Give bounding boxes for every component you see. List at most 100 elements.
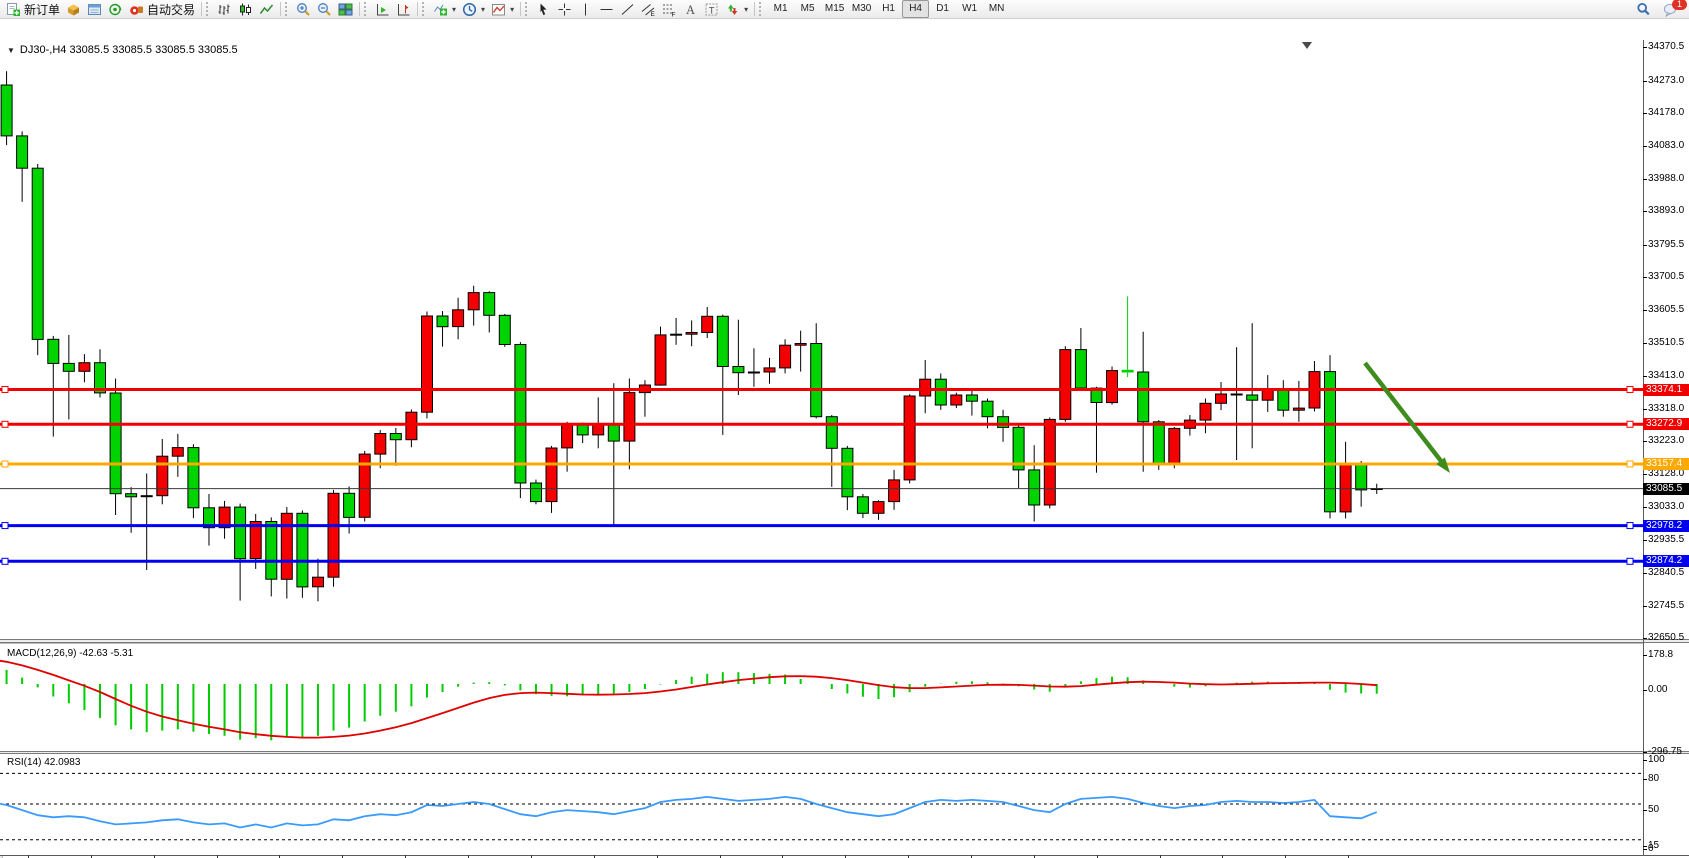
chart-ohlc-title: ▼ DJ30-,H4 33085.5 33085.5 33085.5 33085…: [7, 44, 238, 56]
rsi-axis-label: 50: [1648, 804, 1659, 815]
chart-line-icon: [259, 2, 274, 17]
vertical-line-icon: [578, 2, 593, 17]
new-order-button[interactable]: 新订单: [3, 1, 63, 18]
toolbar-separator: [280, 2, 281, 16]
chart-bars-icon: [217, 2, 232, 17]
one-click-trading-icon[interactable]: ▼: [7, 46, 15, 55]
trendline-icon: [620, 2, 635, 17]
crosshair-button[interactable]: [554, 1, 575, 18]
horizontal-line-button[interactable]: [596, 1, 617, 18]
rsi-axis-label: 80: [1648, 773, 1659, 784]
auto-trading-button[interactable]: 自动交易: [126, 1, 198, 18]
horizontal-line-object[interactable]: [0, 523, 1643, 529]
tile-windows-button[interactable]: [335, 1, 356, 18]
periods-icon: [462, 2, 477, 17]
chart-bars-button[interactable]: [214, 1, 235, 18]
price-tick-label: 33413.0: [1648, 370, 1684, 381]
new-order-label: 新订单: [24, 1, 60, 18]
dropdown-caret-icon[interactable]: ▾: [452, 5, 456, 14]
horizontal-line-object[interactable]: [0, 461, 1643, 467]
chart-shift-button[interactable]: [393, 1, 414, 18]
macd-axis-label: 0.00: [1648, 684, 1667, 695]
main-price-chart[interactable]: [0, 40, 1643, 639]
zoom-out-button[interactable]: [314, 1, 335, 18]
price-tick-label: 33033.0: [1648, 501, 1684, 512]
arrow-object[interactable]: [1365, 363, 1450, 473]
price-tick-label: 33605.5: [1648, 304, 1684, 315]
hline-price-label: 33374.1: [1643, 384, 1689, 396]
notifications-button[interactable]: 1: [1660, 1, 1681, 18]
cursor-button[interactable]: [533, 1, 554, 18]
auto-trading-label: 自动交易: [147, 1, 195, 18]
timeframe-M1-button[interactable]: M1: [767, 0, 794, 18]
macd-panel[interactable]: [0, 643, 1643, 751]
price-axis[interactable]: 34370.534273.034178.034083.033988.033893…: [1644, 40, 1689, 855]
price-tick-label: 33510.5: [1648, 337, 1684, 348]
price-tick-label: 33700.5: [1648, 271, 1684, 282]
timeframe-H4-button[interactable]: H4: [902, 0, 929, 18]
hline-price-label: 33272.9: [1643, 418, 1689, 430]
macd-axis-label: 178.8: [1648, 649, 1673, 660]
chart-header-text: DJ30-,H4 33085.5 33085.5 33085.5 33085.5: [20, 44, 238, 56]
toolbar-grip: [422, 2, 427, 16]
chart-candles-button[interactable]: [235, 1, 256, 18]
dropdown-caret-icon[interactable]: ▾: [744, 5, 748, 14]
equidistant-channel-icon: E: [641, 2, 656, 17]
horizontal-line-object[interactable]: [0, 421, 1643, 427]
market-watch-icon: [66, 2, 81, 17]
horizontal-line-object[interactable]: [0, 558, 1643, 564]
vertical-line-button[interactable]: [575, 1, 596, 18]
timeframe-MN-button[interactable]: MN: [983, 0, 1010, 18]
timeframe-H1-button[interactable]: H1: [875, 0, 902, 18]
toolbar-separator: [520, 2, 521, 16]
zoom-in-icon: [296, 2, 311, 17]
equidistant-channel-button[interactable]: E: [638, 1, 659, 18]
chart-line-button[interactable]: [256, 1, 277, 18]
market-watch-button[interactable]: [63, 1, 84, 18]
auto-scroll-button[interactable]: [372, 1, 393, 18]
svg-text:T: T: [709, 5, 715, 16]
trendline-button[interactable]: [617, 1, 638, 18]
timeframe-M5-button[interactable]: M5: [794, 0, 821, 18]
hline-price-label: 33157.4: [1643, 458, 1689, 470]
timeframe-D1-button[interactable]: D1: [929, 0, 956, 18]
new-order-icon: [6, 2, 21, 17]
toolbar-separator: [201, 2, 202, 16]
price-tick-label: 32650.5: [1648, 632, 1684, 643]
macd-histogram: [0, 644, 1643, 741]
rsi-panel[interactable]: [0, 754, 1643, 855]
hline-price-label: 32978.2: [1643, 520, 1689, 532]
candlestick-series: [0, 51, 1382, 602]
zoom-in-button[interactable]: [293, 1, 314, 18]
price-tick-label: 32745.5: [1648, 600, 1684, 611]
indicators-list-button[interactable]: ▾: [430, 1, 459, 18]
text-button[interactable]: A: [680, 1, 701, 18]
text-label-icon: T: [704, 2, 719, 17]
templates-button[interactable]: ▾: [488, 1, 517, 18]
periods-button[interactable]: ▾: [459, 1, 488, 18]
fibonacci-retracement-icon: F: [662, 2, 677, 17]
arrows-button[interactable]: ▾: [722, 1, 751, 18]
data-window-button[interactable]: [84, 1, 105, 18]
chart-candles-icon: [238, 2, 253, 17]
navigator-button[interactable]: [105, 1, 126, 18]
price-tick-label: 34178.0: [1648, 107, 1684, 118]
bid-price-label: 33085.5: [1643, 483, 1689, 495]
fibonacci-retracement-button[interactable]: F: [659, 1, 680, 18]
timeframe-M30-button[interactable]: M30: [848, 0, 875, 18]
search-button[interactable]: [1633, 1, 1654, 18]
dropdown-caret-icon[interactable]: ▾: [510, 5, 514, 14]
price-tick-label: 33223.0: [1648, 435, 1684, 446]
notification-badge: 1: [1672, 0, 1687, 10]
dropdown-caret-icon[interactable]: ▾: [481, 5, 485, 14]
timeframe-M15-button[interactable]: M15: [821, 0, 848, 18]
indicators-list-icon: [433, 2, 448, 17]
text-label-button[interactable]: T: [701, 1, 722, 18]
price-tick-label: 32935.5: [1648, 534, 1684, 545]
last-bar-marker-icon: [1302, 42, 1312, 49]
crosshair-icon: [557, 2, 572, 17]
timeframe-W1-button[interactable]: W1: [956, 0, 983, 18]
svg-text:E: E: [651, 11, 656, 17]
price-tick-label: 33318.0: [1648, 403, 1684, 414]
svg-text:A: A: [686, 3, 695, 17]
